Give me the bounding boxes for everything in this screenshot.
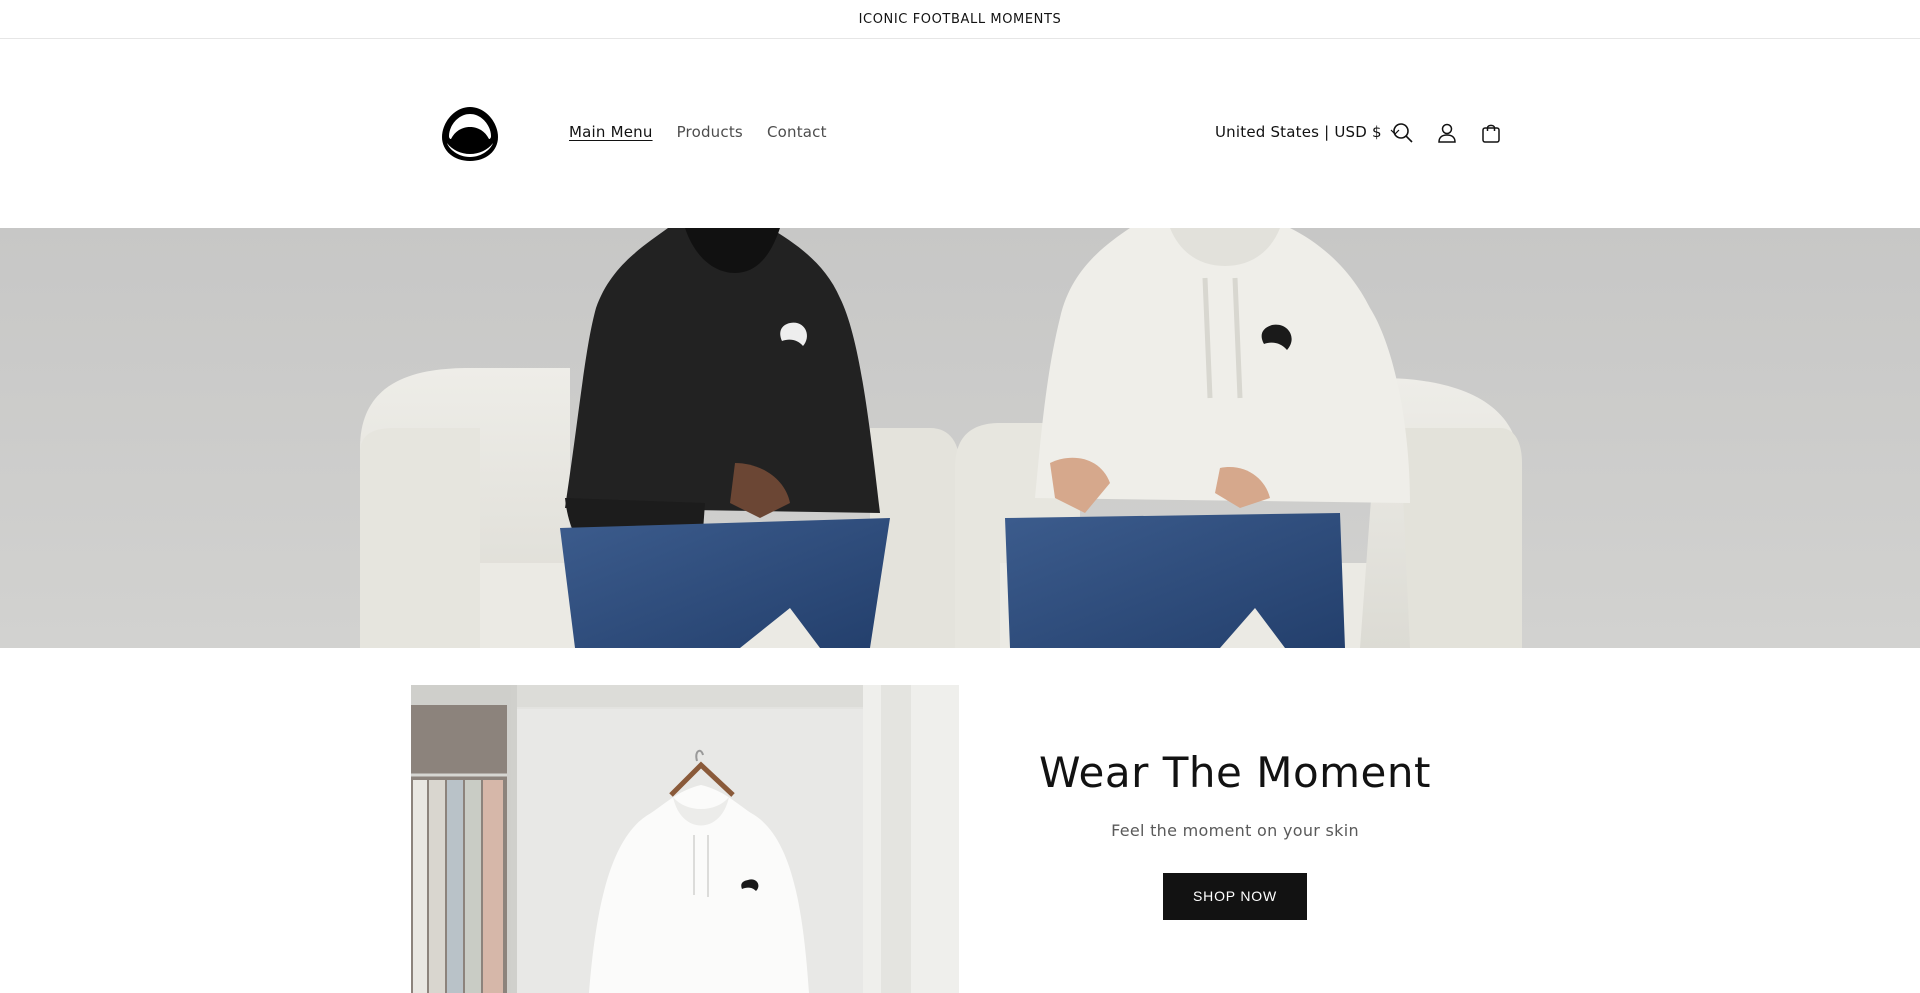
brand-logo[interactable] xyxy=(438,105,502,163)
hero-banner xyxy=(0,228,1920,648)
nav-item-products[interactable]: Products xyxy=(677,123,743,141)
search-button[interactable] xyxy=(1389,119,1417,147)
feature-title: Wear The Moment xyxy=(1038,748,1431,797)
nav-item-contact[interactable]: Contact xyxy=(767,123,827,141)
feature-subtitle: Feel the moment on your skin xyxy=(1111,821,1359,840)
main-nav: Main Menu Products Contact xyxy=(569,123,827,141)
announcement-bar: ICONIC FOOTBALL MOMENTS xyxy=(0,0,1920,39)
country-selector-value: United States | USD $ xyxy=(1215,123,1382,141)
feature-content: Wear The Moment Feel the moment on your … xyxy=(1000,748,1470,920)
nav-item-main-menu[interactable]: Main Menu xyxy=(569,123,653,141)
brand-logo-icon xyxy=(442,107,498,161)
account-button[interactable] xyxy=(1433,119,1461,147)
site-header: Main Menu Products Contact United States… xyxy=(0,39,1920,228)
cart-icon xyxy=(1482,124,1500,143)
hero-image xyxy=(0,228,1920,648)
country-selector[interactable]: United States | USD $ xyxy=(1215,123,1400,141)
hoodie-on-hanger-image xyxy=(411,685,959,993)
announcement-text: ICONIC FOOTBALL MOMENTS xyxy=(858,11,1062,27)
search-icon xyxy=(1393,123,1413,143)
account-icon xyxy=(1438,123,1456,143)
cart-button[interactable] xyxy=(1477,119,1505,147)
shop-now-button[interactable]: SHOP NOW xyxy=(1163,873,1307,920)
feature-image xyxy=(411,685,959,993)
